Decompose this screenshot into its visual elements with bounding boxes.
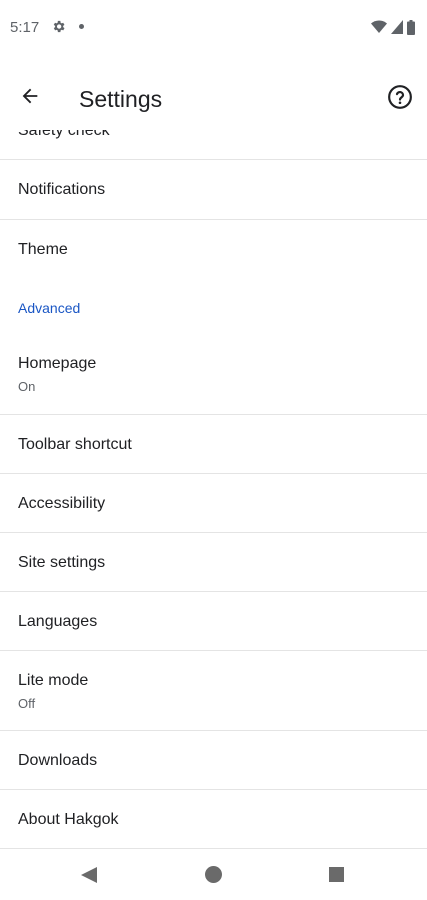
settings-item-downloads[interactable]: Downloads	[0, 731, 427, 790]
dot-icon	[79, 24, 84, 29]
status-icons	[371, 18, 415, 36]
settings-item-languages[interactable]: Languages	[0, 592, 427, 651]
help-circle-icon	[388, 85, 412, 109]
settings-item-label: Notifications	[18, 181, 106, 198]
settings-item-notifications[interactable]: Notifications	[0, 160, 427, 220]
settings-item-label: Safety check	[18, 130, 110, 139]
settings-item-site-settings[interactable]: Site settings	[0, 533, 427, 592]
settings-item-label: Theme	[18, 241, 68, 258]
settings-item-accessibility[interactable]: Accessibility	[0, 474, 427, 533]
settings-item-about[interactable]: About Hakgok	[0, 790, 427, 849]
settings-item-label: Homepage	[18, 355, 97, 372]
nav-home-icon[interactable]	[205, 866, 222, 883]
nav-back-icon[interactable]	[80, 866, 98, 884]
status-bar: 5:17	[0, 0, 427, 56]
settings-item-homepage[interactable]: Homepage On	[0, 335, 427, 415]
settings-item-lite-mode[interactable]: Lite mode Off	[0, 651, 427, 731]
page-title: Settings	[79, 86, 163, 112]
app-bar: Settings	[0, 56, 427, 130]
settings-list: Safety check Notifications Theme Advance…	[0, 130, 427, 850]
settings-item-label: Languages	[18, 613, 98, 630]
battery-icon	[407, 19, 415, 35]
settings-item-label: About Hakgok	[18, 811, 119, 828]
back-arrow-icon	[22, 88, 38, 104]
settings-item-label: Accessibility	[18, 495, 106, 512]
settings-item-toolbar-shortcut[interactable]: Toolbar shortcut	[0, 415, 427, 474]
gear-icon	[53, 20, 65, 33]
settings-item-label: Toolbar shortcut	[18, 436, 132, 453]
nav-recents-icon[interactable]	[329, 867, 344, 882]
settings-item-summary: On	[18, 379, 36, 394]
wifi-icon	[371, 20, 387, 33]
back-button[interactable]	[14, 80, 46, 112]
settings-item-label: Site settings	[18, 554, 106, 571]
help-button[interactable]	[385, 82, 415, 112]
status-time: 5:17	[10, 19, 40, 36]
settings-item-label: Downloads	[18, 752, 98, 769]
settings-item-theme[interactable]: Theme	[0, 220, 427, 280]
section-header-advanced: Advanced	[18, 300, 81, 316]
settings-item-summary: Off	[18, 696, 36, 711]
settings-item-safety-check[interactable]: Safety check	[0, 130, 427, 160]
system-nav-bar	[0, 850, 427, 900]
signal-icon	[391, 20, 403, 34]
settings-item-label: Lite mode	[18, 672, 89, 689]
